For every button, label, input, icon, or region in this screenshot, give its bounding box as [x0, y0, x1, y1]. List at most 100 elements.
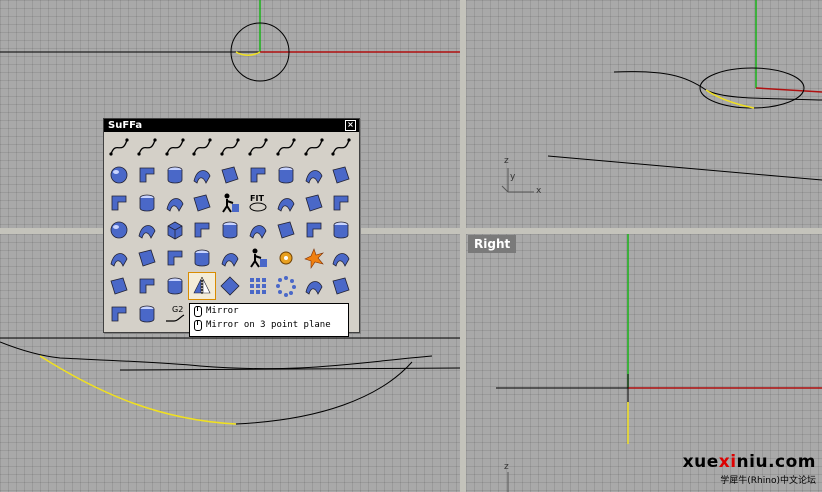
mirror-tooltip: Mirror Mirror on 3 point plane	[189, 303, 349, 337]
array-button[interactable]	[245, 273, 271, 299]
fit-label-button[interactable]: FIT	[245, 190, 271, 216]
explode-button[interactable]	[301, 245, 327, 271]
diamond-button[interactable]	[217, 273, 243, 299]
surface-join-button[interactable]	[328, 245, 354, 271]
surface-twist-button[interactable]	[134, 190, 160, 216]
project-button[interactable]	[217, 245, 243, 271]
solid-box-button[interactable]	[162, 217, 188, 243]
surface-wave-button[interactable]	[106, 190, 132, 216]
cylinder-fit-button[interactable]	[273, 190, 299, 216]
solid-sphere-icon	[110, 221, 128, 239]
surface-network-button[interactable]	[162, 190, 188, 216]
curve-rebuild-button[interactable]	[162, 273, 188, 299]
gear-icon	[279, 251, 293, 265]
extrude-button[interactable]	[134, 245, 160, 271]
control-points-button[interactable]	[301, 190, 327, 216]
surface-fold-button[interactable]	[328, 162, 354, 188]
curve-points-button[interactable]	[106, 134, 132, 160]
solid-sphere-button[interactable]	[106, 217, 132, 243]
watermark: xuexiniu.com 学犀牛(Rhino)中文论坛	[683, 452, 816, 486]
surface-loft-button[interactable]	[189, 162, 215, 188]
explode-icon	[303, 248, 324, 270]
gear-button[interactable]	[273, 245, 299, 271]
surface-curvature-button[interactable]	[301, 162, 327, 188]
cylinder-surface-icon	[139, 167, 155, 183]
surface-flip-button[interactable]	[162, 245, 188, 271]
panel-button[interactable]	[106, 273, 132, 299]
solid-ring-button[interactable]	[301, 217, 327, 243]
tooltip-row-left-click: Mirror	[190, 304, 348, 318]
cylinder-fit-icon	[277, 197, 295, 212]
viewport-perspective[interactable]: z y x	[466, 0, 822, 228]
solid-cylinder-button[interactable]	[273, 217, 299, 243]
worker-button[interactable]	[217, 134, 243, 160]
cylinder-surface-button[interactable]	[134, 162, 160, 188]
curve-rebuild-icon	[167, 277, 182, 295]
surface-match-button[interactable]	[273, 162, 299, 188]
flow-button[interactable]	[106, 301, 132, 327]
surface-edge-button[interactable]	[189, 190, 215, 216]
control-points-icon	[305, 194, 323, 212]
toolbar-close-button[interactable]: ×	[345, 120, 356, 131]
curve-arc-button[interactable]	[273, 134, 299, 160]
mirror-button[interactable]	[188, 272, 217, 300]
surface-split-button[interactable]	[189, 245, 215, 271]
worker-split-button[interactable]	[245, 245, 271, 271]
viewport-title-right[interactable]: Right	[468, 235, 517, 253]
surface-patch-button[interactable]	[217, 162, 243, 188]
surface-blend-icon	[250, 167, 266, 183]
surface-split-icon	[194, 249, 210, 267]
surface-patch-icon	[221, 166, 239, 184]
mouse-right-icon	[194, 319, 202, 331]
curve-offset-icon	[192, 138, 212, 156]
solid-wedge-icon	[138, 225, 156, 240]
surface-network-icon	[166, 197, 184, 212]
sphere-button[interactable]	[106, 162, 132, 188]
mirror-double-button[interactable]	[301, 273, 327, 299]
tooltip-row-right-click: Mirror on 3 point plane	[190, 318, 348, 332]
surface-match-icon	[278, 166, 294, 184]
array-icon	[250, 278, 266, 294]
polar-array-button[interactable]	[273, 273, 299, 299]
surface-control-button[interactable]	[328, 190, 354, 216]
axis-z-label: z	[504, 156, 509, 166]
bend-button[interactable]	[328, 273, 354, 299]
extrude-icon	[138, 249, 156, 267]
worker-icon	[220, 138, 240, 156]
worker-fit-button[interactable]	[217, 190, 243, 216]
stretch-button[interactable]	[134, 301, 160, 327]
surface-control-icon	[333, 195, 349, 210]
surface-offset-button[interactable]	[106, 245, 132, 271]
flow-icon	[111, 306, 127, 322]
boolean-split-button[interactable]	[245, 217, 271, 243]
mouse-left-icon	[194, 305, 202, 317]
toolbar-titlebar[interactable]: SuFFa ×	[104, 119, 359, 132]
curve-tangent-button[interactable]	[301, 134, 327, 160]
suffa-toolbar[interactable]: SuFFa × FIT G2	[103, 118, 360, 333]
curve-sweep-button[interactable]	[162, 134, 188, 160]
boolean-union-button[interactable]	[189, 217, 215, 243]
worker-split-icon	[250, 248, 267, 268]
curve-sweep-icon	[164, 138, 185, 156]
curve-line-button[interactable]	[328, 134, 354, 160]
svg-text:FIT: FIT	[250, 194, 264, 203]
trim-button[interactable]	[134, 273, 160, 299]
boolean-union-icon	[194, 222, 210, 238]
bend-icon	[332, 277, 350, 295]
toolbar-title: SuFFa	[108, 120, 143, 131]
surface-blend-button[interactable]	[245, 162, 271, 188]
curve-blend-button[interactable]	[134, 134, 160, 160]
surface-sweep-button[interactable]	[162, 162, 188, 188]
fit-label-icon-2: FIT	[249, 194, 267, 212]
solid-wedge-button[interactable]	[134, 217, 160, 243]
axis-x-label: x	[536, 186, 542, 196]
boolean-diff-button[interactable]	[217, 217, 243, 243]
curve-offset-button[interactable]	[189, 134, 215, 160]
surface-plane-button[interactable]	[328, 217, 354, 243]
continuity-g2-button[interactable]: G2	[162, 301, 188, 327]
curve-tangent-icon	[303, 138, 324, 156]
watermark-subtitle: 学犀牛(Rhino)中文论坛	[720, 476, 816, 486]
stretch-icon	[139, 305, 155, 323]
fit-label-button[interactable]	[245, 134, 271, 160]
surface-loft-icon	[193, 170, 211, 184]
